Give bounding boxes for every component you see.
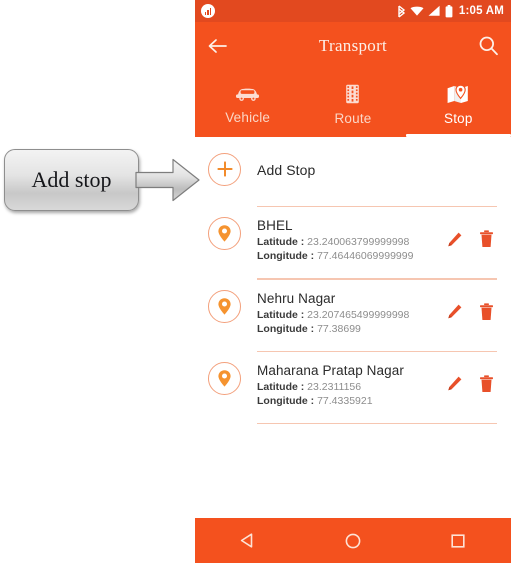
stop-longitude: Longitude : 77.4335921: [257, 394, 446, 408]
stop-name: BHEL: [257, 218, 293, 234]
phone-screen: 1:05 AM Transport Vehicle Route Stop Add…: [195, 0, 511, 563]
toolbar: Transport: [195, 22, 511, 69]
status-bar-right: 1:05 AM: [397, 4, 504, 18]
status-bar-left: [201, 4, 215, 18]
add-stop-row[interactable]: Add Stop: [195, 146, 511, 192]
location-pin-icon[interactable]: [208, 361, 241, 395]
latitude-label: Latitude :: [257, 308, 305, 321]
map-pin-icon: [446, 84, 470, 104]
longitude-value: 77.46446069999999: [317, 250, 414, 263]
latitude-value: 23.207465499999998: [307, 308, 410, 321]
square-recents-icon[interactable]: [432, 518, 484, 563]
row-actions: [446, 217, 497, 248]
longitude-value: 77.38699: [317, 322, 361, 335]
annotation-callout: Add stop: [4, 149, 201, 211]
app-notification-icon: [201, 4, 215, 18]
tab-stop[interactable]: Stop: [405, 69, 511, 137]
pencil-icon[interactable]: [446, 375, 463, 392]
trash-icon[interactable]: [479, 375, 494, 393]
search-icon[interactable]: [478, 35, 499, 56]
callout-box: Add stop: [4, 149, 139, 211]
trash-icon[interactable]: [479, 230, 494, 248]
stop-longitude: Longitude : 77.38699: [257, 322, 446, 336]
stop-details: Maharana Pratap Nagar Latitude : 23.2311…: [241, 362, 446, 408]
battery-icon: [445, 4, 453, 18]
trash-icon[interactable]: [479, 302, 494, 321]
circle-home-icon[interactable]: [327, 518, 379, 563]
table-row[interactable]: Maharana Pratap Nagar Latitude : 23.2311…: [195, 361, 511, 414]
longitude-value: 77.4335921: [317, 394, 373, 407]
status-bar: 1:05 AM: [195, 0, 511, 22]
longitude-label: Longitude :: [257, 322, 315, 335]
latitude-label: Latitude :: [257, 236, 305, 249]
stop-details: BHEL Latitude : 23.240063799999998 Longi…: [241, 217, 446, 263]
row-actions: [446, 362, 497, 393]
table-row[interactable]: BHEL Latitude : 23.240063799999998 Longi…: [195, 217, 511, 269]
triangle-back-icon[interactable]: [222, 518, 274, 563]
android-nav-bar: [195, 518, 511, 563]
tab-vehicle-label: Vehicle: [225, 109, 271, 125]
active-tab-indicator: [405, 134, 511, 137]
screenshot-root: 1:05 AM Transport Vehicle Route Stop Add…: [0, 0, 511, 563]
plus-icon[interactable]: [208, 152, 241, 186]
location-pin-icon[interactable]: [208, 289, 241, 323]
longitude-label: Longitude :: [257, 394, 315, 407]
stop-list: Add Stop BHEL Latitude : 23.240063799999…: [195, 137, 511, 425]
stop-latitude: Latitude : 23.2311156: [257, 380, 446, 394]
page-title: Transport: [318, 35, 388, 55]
bluetooth-icon: [397, 4, 406, 18]
right-arrow-icon: [135, 154, 201, 206]
add-stop-body: Add Stop: [241, 161, 497, 178]
stop-details: Nehru Nagar Latitude : 23.20746549999999…: [241, 290, 446, 336]
stop-name: Nehru Nagar: [257, 290, 336, 306]
longitude-label: Longitude :: [257, 250, 315, 263]
add-stop-label: Add Stop: [257, 161, 316, 178]
tab-bar: Vehicle Route Stop: [195, 69, 511, 137]
latitude-label: Latitude :: [257, 380, 305, 393]
stop-longitude: Longitude : 77.46446069999999: [257, 249, 446, 263]
wifi-icon: [410, 5, 424, 17]
callout-label: Add stop: [31, 167, 112, 192]
stop-latitude: Latitude : 23.240063799999998: [257, 235, 446, 249]
car-icon: [235, 86, 260, 103]
tab-stop-label: Stop: [444, 111, 473, 126]
arrow-back-icon[interactable]: [207, 37, 229, 55]
stop-name: Maharana Pratap Nagar: [257, 362, 404, 378]
status-bar-time: 1:05 AM: [458, 5, 504, 17]
location-pin-icon[interactable]: [208, 217, 241, 251]
pencil-icon[interactable]: [446, 231, 463, 248]
row-actions: [446, 290, 497, 321]
signal-icon: [428, 5, 441, 17]
table-row[interactable]: Nehru Nagar Latitude : 23.20746549999999…: [195, 289, 511, 342]
pencil-icon[interactable]: [446, 303, 463, 320]
row-divider: [257, 422, 497, 425]
stop-latitude: Latitude : 23.207465499999998: [257, 308, 446, 322]
latitude-value: 23.240063799999998: [307, 236, 410, 249]
tab-vehicle[interactable]: Vehicle: [195, 69, 300, 137]
tab-route-label: Route: [334, 111, 372, 126]
tab-route[interactable]: Route: [300, 69, 405, 137]
road-icon: [344, 84, 361, 104]
latitude-value: 23.2311156: [307, 380, 362, 393]
